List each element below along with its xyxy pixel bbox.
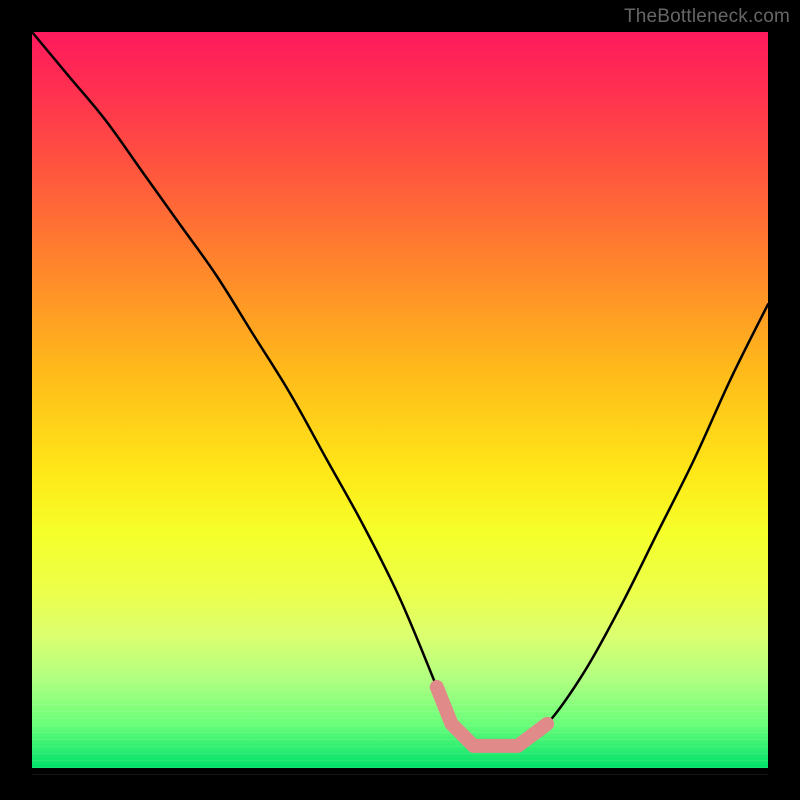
watermark-text: TheBottleneck.com [624, 6, 790, 28]
valley-flat-marker [437, 687, 547, 746]
chart-svg [32, 32, 768, 768]
chart-container: TheBottleneck.com [0, 0, 800, 800]
bottleneck-curve-line [32, 32, 768, 748]
plot-area [32, 32, 768, 768]
